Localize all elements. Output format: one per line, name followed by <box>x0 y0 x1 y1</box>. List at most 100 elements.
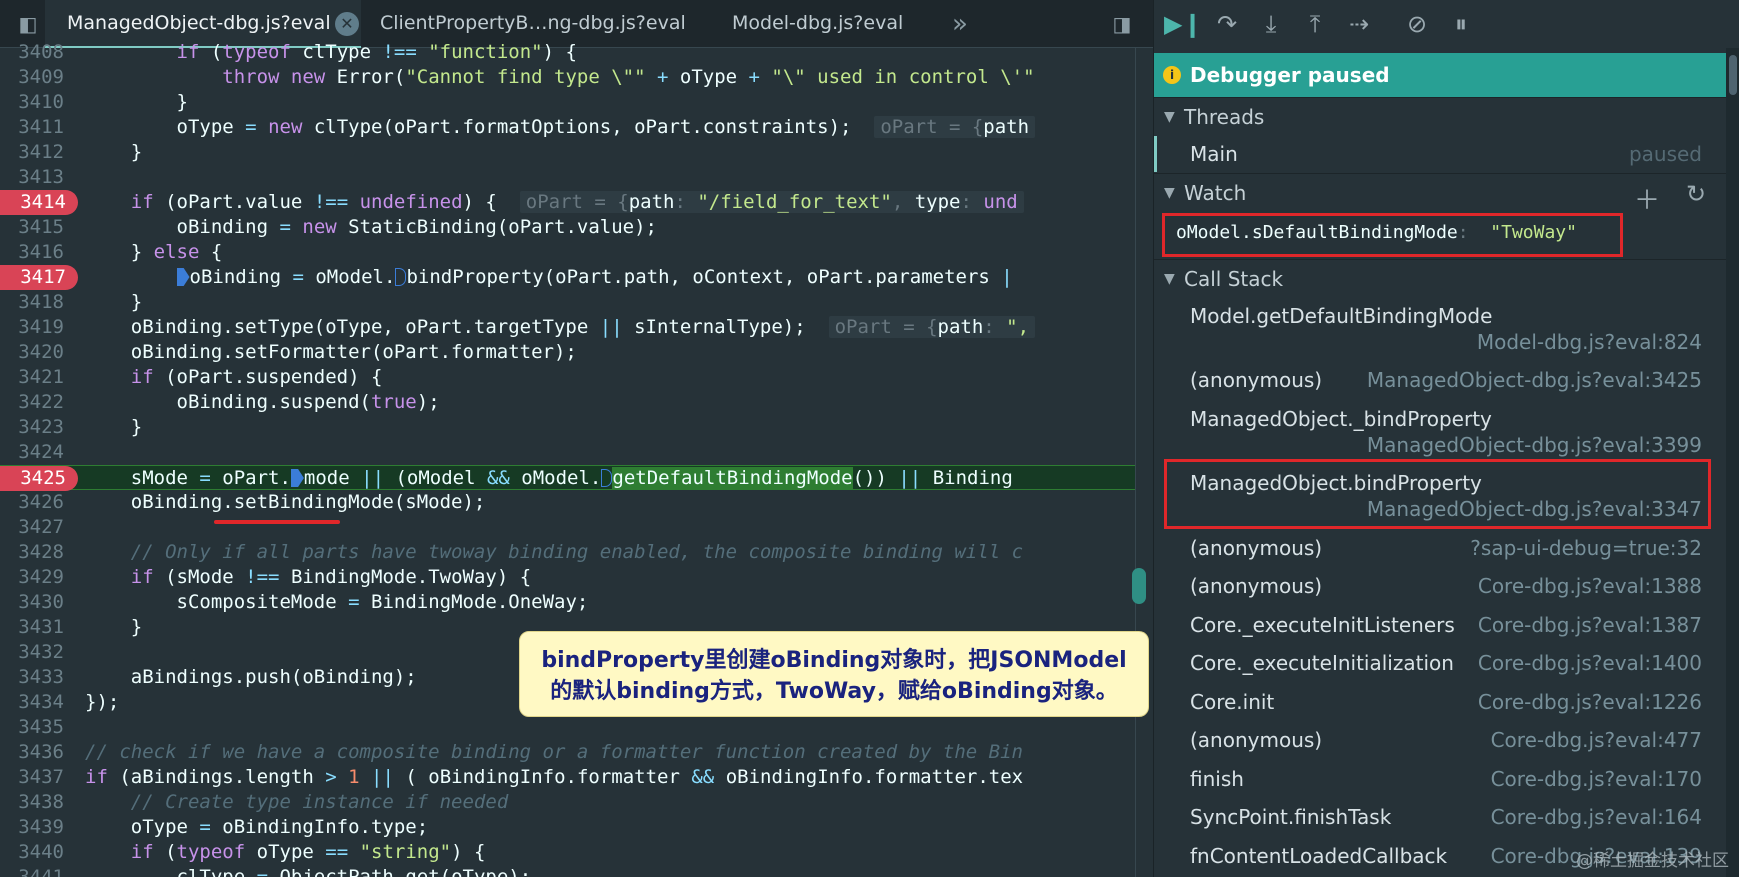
tab-label: ClientPropertyB…ng-dbg.js?eval <box>380 12 686 34</box>
code-line: 3410 } <box>18 91 188 113</box>
debugger-paused-banner: i Debugger paused <box>1154 53 1726 97</box>
step-icon[interactable]: ⇢ <box>1342 8 1376 40</box>
frame-location: Core-dbg.js?eval:477 <box>1490 728 1702 752</box>
code-line: 3409 throw new Error("Cannot find type \… <box>18 66 1035 88</box>
editor-scrollbar[interactable] <box>1135 48 1153 877</box>
step-out-icon[interactable]: ⤒ <box>1298 8 1332 40</box>
breakpoint-marker[interactable]: 3425 <box>0 466 78 491</box>
code-line: 3422 oBinding.suspend(true); <box>18 391 440 413</box>
step-over-icon[interactable]: ↷ <box>1210 8 1244 40</box>
frame-location: Core-dbg.js?eval:164 <box>1490 805 1702 829</box>
thread-state: paused <box>1628 142 1702 166</box>
code-line: 3408 if (typeof clType !== "function") { <box>18 41 577 63</box>
code-line: 3438 // Create type instance if needed <box>18 791 509 813</box>
toggle-navigator-icon[interactable]: ◧ <box>12 8 44 40</box>
add-watch-icon[interactable]: ＋ <box>1634 180 1660 217</box>
threads-title: Threads <box>1184 105 1265 129</box>
code-line: 3415 oBinding = new StaticBinding(oPart.… <box>18 216 657 238</box>
annotation-highlight-box <box>1164 459 1711 529</box>
code-line-breakpoint[interactable]: 3414 if (oPart.value !== undefined) { oP… <box>0 190 1135 215</box>
code-line: 3441 clType = ObjectPath.get(oType); <box>18 866 532 877</box>
code-line: 3416 } else { <box>18 241 223 263</box>
code-line: 3420 oBinding.setFormatter(oPart.formatt… <box>18 341 577 363</box>
close-tab-icon[interactable]: ✕ <box>335 12 359 36</box>
paused-status: Debugger paused <box>1190 63 1390 87</box>
frame-name: (anonymous) <box>1190 368 1323 392</box>
frame-name: finish <box>1190 767 1244 791</box>
step-into-icon[interactable]: ⤓ <box>1254 8 1288 40</box>
frame-name: fnContentLoadedCallback <box>1190 844 1448 868</box>
collapse-triangle-icon: ▼ <box>1164 271 1175 287</box>
call-stack-section-header[interactable]: ▼ Call Stack <box>1154 259 1726 297</box>
code-line: 3412 } <box>18 141 143 163</box>
code-line: 3421 if (oPart.suspended) { <box>18 366 383 388</box>
code-line: 3424 <box>18 441 64 463</box>
annotation-callout: bindProperty里创建oBinding对象时，把JSONModel 的默… <box>519 631 1149 717</box>
deactivate-breakpoints-icon[interactable]: ⊘ <box>1400 8 1434 40</box>
debugger-scrollbar-thumb[interactable] <box>1729 55 1737 95</box>
frame-name: (anonymous) <box>1190 536 1323 560</box>
tab-label: Model-dbg.js?eval <box>732 12 904 34</box>
frame-name: Core._executeInitialization <box>1190 651 1454 675</box>
frame-name: Model.getDefaultBindingMode <box>1190 304 1493 328</box>
frame-name: ManagedObject._bindProperty <box>1190 407 1492 431</box>
frame-name: (anonymous) <box>1190 574 1323 598</box>
code-line: 3435 <box>18 716 64 738</box>
code-line: 3430 sCompositeMode = BindingMode.OneWay… <box>18 591 589 613</box>
thread-item-main[interactable]: Main paused <box>1154 136 1726 172</box>
code-line: 3419 oBinding.setType(oType, oPart.targe… <box>0 315 1135 340</box>
debugger-toolbar: ▶❙ ↷ ⤓ ⤒ ⇢ ⊘ ⏸ <box>1154 0 1739 48</box>
frame-name: Core.init <box>1190 690 1275 714</box>
watermark: @稀土掘金技术社区 <box>1576 851 1729 871</box>
code-line: 3437 if (aBindings.length > 1 || ( oBindi… <box>18 766 1024 788</box>
info-icon: i <box>1163 66 1181 84</box>
frame-location: Core-dbg.js?eval:1387 <box>1477 613 1702 637</box>
frame-location: Core-dbg.js?eval:1388 <box>1477 574 1702 598</box>
code-line: 3413 <box>18 166 64 188</box>
annotation-line-2: 的默认binding方式，TwoWay，赋给oBinding对象。 <box>550 679 1118 704</box>
frame-location: ?sap-ui-debug=true:32 <box>1470 536 1702 560</box>
code-line: 3439 oType = oBindingInfo.type; <box>18 816 429 838</box>
code-line: 3426 oBinding.setBindingMode(sMode); <box>18 491 486 513</box>
annotation-underline <box>214 520 340 524</box>
collapse-triangle-icon: ▼ <box>1164 109 1175 125</box>
call-stack-title: Call Stack <box>1184 267 1284 291</box>
code-line: 3429 if (sMode !== BindingMode.TwoWay) { <box>18 566 532 588</box>
code-line: 3440 if (typeof oType == "string") { <box>18 841 486 863</box>
debugger-sidebar: ▶❙ ↷ ⤓ ⤒ ⇢ ⊘ ⏸ i Debugger paused ▼ Threa… <box>1153 0 1739 877</box>
annotation-line-1: bindProperty里创建oBinding对象时，把JSONModel <box>541 648 1127 673</box>
frame-name: SyncPoint.finishTask <box>1190 805 1392 829</box>
more-tabs-icon[interactable]: » <box>944 8 976 40</box>
call-frame[interactable]: ManagedObject._bindProperty ManagedObjec… <box>1154 407 1726 467</box>
source-editor-pane: ◧ ManagedObject-dbg.js?eval ✕ ClientProp… <box>0 0 1153 877</box>
code-line: 3418 } <box>18 291 143 313</box>
refresh-watch-icon[interactable]: ↻ <box>1686 180 1706 208</box>
code-line: 3411 oType = new clType(oPart.formatOpti… <box>0 115 1135 140</box>
code-area[interactable]: 3408 if (typeof clType !== "function") {… <box>0 41 1135 877</box>
frame-location: ManagedObject-dbg.js?eval:3425 <box>1366 368 1702 392</box>
thread-name: Main <box>1190 142 1238 166</box>
debugger-scrollbar[interactable] <box>1726 48 1739 877</box>
frame-location: Model-dbg.js?eval:824 <box>1476 330 1702 354</box>
pause-on-exceptions-icon[interactable]: ⏸ <box>1444 8 1478 40</box>
frame-location: Core-dbg.js?eval:170 <box>1490 767 1702 791</box>
editor-scrollbar-thumb[interactable] <box>1132 568 1146 604</box>
call-frame[interactable]: Model.getDefaultBindingMode Model-dbg.js… <box>1154 304 1726 364</box>
annotation-highlight-box <box>1162 213 1623 257</box>
frame-location: ManagedObject-dbg.js?eval:3399 <box>1366 433 1702 457</box>
code-line: 3423 } <box>18 416 143 438</box>
watch-title: Watch <box>1184 181 1247 205</box>
frame-location: Core-dbg.js?eval:1400 <box>1477 651 1702 675</box>
toggle-debugger-icon[interactable]: ◨ <box>1106 8 1138 40</box>
current-execution-line[interactable]: 3425 sMode = oPart. mode || (oModel && oM… <box>0 465 1135 491</box>
code-line: 3436// check if we have a composite bind… <box>18 741 1023 763</box>
frame-location: Core-dbg.js?eval:1226 <box>1477 690 1702 714</box>
breakpoint-marker[interactable]: 3414 <box>0 190 78 215</box>
breakpoint-marker[interactable]: 3417 <box>0 265 78 290</box>
code-line-breakpoint[interactable]: 3417 oBinding = oModel. bindProperty(oPar… <box>0 265 1135 290</box>
frame-name: (anonymous) <box>1190 728 1323 752</box>
resume-icon[interactable]: ▶❙ <box>1164 8 1203 40</box>
frame-name: Core._executeInitListeners <box>1190 613 1455 637</box>
threads-section-header[interactable]: ▼ Threads <box>1154 97 1726 135</box>
collapse-triangle-icon: ▼ <box>1164 185 1175 201</box>
